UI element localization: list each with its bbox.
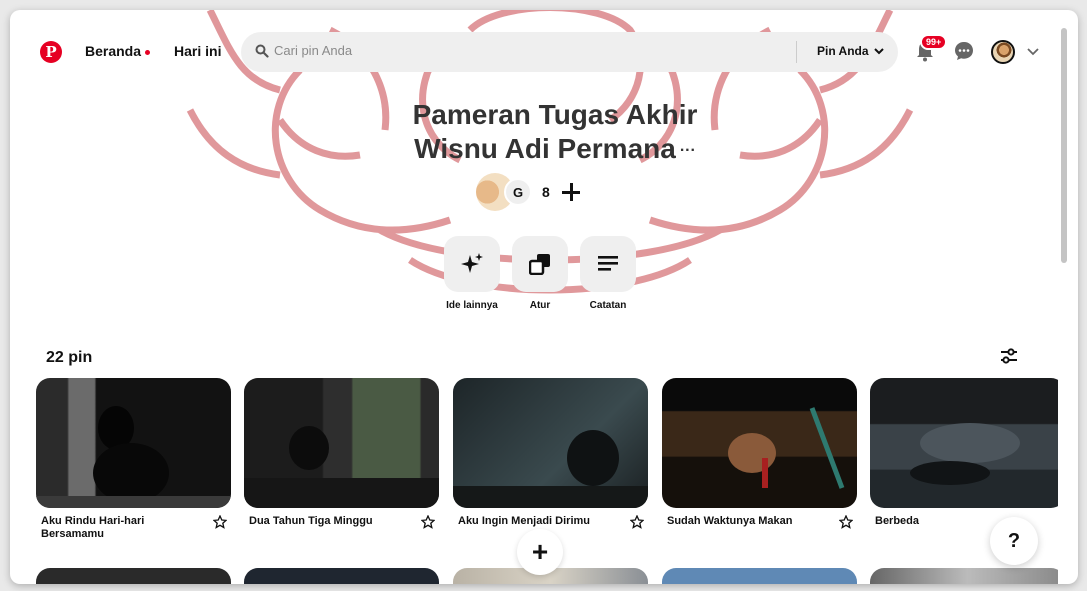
pin-card[interactable]: Aku Rindu Hari-hari Bersamamu xyxy=(36,378,231,541)
pin-title[interactable]: Sudah Waktunya Makan xyxy=(667,515,822,528)
action-organize-label: Atur xyxy=(529,300,551,311)
action-notes-label: Catatan xyxy=(589,300,627,311)
pin-image-next[interactable] xyxy=(244,568,439,584)
pin-photo xyxy=(910,423,1020,485)
star-icon[interactable] xyxy=(839,515,853,529)
app-window: P Beranda Hari ini Pin Anda 99+ xyxy=(10,10,1078,584)
search-divider xyxy=(796,41,797,63)
organize-icon xyxy=(529,254,550,275)
pin-title[interactable]: Dua Tahun Tiga Minggu xyxy=(249,515,404,528)
scrollbar-thumb[interactable] xyxy=(1061,28,1067,263)
pin-photo xyxy=(453,430,648,508)
pin-image[interactable] xyxy=(870,378,1058,508)
action-more-ideas-label: Ide lainnya xyxy=(446,300,498,311)
star-icon[interactable] xyxy=(421,515,435,529)
pin-image[interactable] xyxy=(662,378,857,508)
nav-home-label: Beranda xyxy=(85,43,142,59)
account-chevron-icon[interactable] xyxy=(1027,46,1039,56)
pin-card[interactable]: Aku Ingin Menjadi Dirimu xyxy=(453,378,648,529)
nav-today[interactable]: Hari ini xyxy=(174,43,221,59)
pin-image-next[interactable] xyxy=(662,568,857,584)
board-title-line1: Pameran Tugas Akhir xyxy=(412,99,698,130)
nav-home[interactable]: Beranda xyxy=(85,43,151,59)
pin-card[interactable]: Sudah Waktunya Makan xyxy=(662,378,857,529)
action-more-ideas[interactable]: Ide lainnya xyxy=(442,236,502,311)
notes-icon xyxy=(598,256,618,271)
pinterest-logo[interactable]: P xyxy=(40,41,62,63)
pin-filter-label: Pin Anda xyxy=(817,44,869,58)
search-icon xyxy=(255,44,269,58)
notification-badge: 99+ xyxy=(920,34,948,50)
pin-image-next[interactable] xyxy=(870,568,1058,584)
action-notes-button[interactable] xyxy=(580,236,636,292)
pin-photo xyxy=(36,406,231,508)
top-bar: P Beranda Hari ini Pin Anda 99+ xyxy=(10,10,1058,88)
board-title: Pameran Tugas Akhir Wisnu Adi Permana ··· xyxy=(390,98,720,168)
pin-card[interactable]: Dua Tahun Tiga Minggu xyxy=(244,378,439,529)
search-bar[interactable]: Pin Anda xyxy=(241,32,898,72)
scrollbar[interactable] xyxy=(1060,28,1068,584)
board-title-line2: Wisnu Adi Permana xyxy=(414,133,676,164)
star-icon[interactable] xyxy=(213,515,227,529)
pin-title[interactable]: Aku Ingin Menjadi Dirimu xyxy=(458,515,613,528)
chevron-down-icon xyxy=(873,48,884,55)
action-more-ideas-button[interactable] xyxy=(444,236,500,292)
more-options-button[interactable]: ··· xyxy=(680,142,696,159)
collaborator-count: 8 xyxy=(542,184,550,200)
filter-icon[interactable] xyxy=(1000,347,1018,365)
pin-photo xyxy=(244,426,439,508)
search-input[interactable] xyxy=(274,43,794,58)
help-button[interactable]: ? xyxy=(990,517,1038,565)
pin-image[interactable] xyxy=(453,378,648,508)
unread-dot xyxy=(145,49,151,55)
pin-image[interactable] xyxy=(36,378,231,508)
pin-count: 22 pin xyxy=(46,349,93,366)
pin-photo xyxy=(728,407,845,489)
pin-card[interactable]: Berbeda xyxy=(870,378,1058,528)
collaborator-initial[interactable]: G xyxy=(504,178,532,206)
pin-image[interactable] xyxy=(244,378,439,508)
user-avatar[interactable] xyxy=(991,40,1015,64)
pin-filter-dropdown[interactable]: Pin Anda xyxy=(817,44,884,58)
chat-icon[interactable] xyxy=(954,41,974,61)
add-collaborator-icon[interactable] xyxy=(560,181,582,203)
collaborators[interactable]: G 8 xyxy=(476,173,582,211)
sparkle-icon xyxy=(461,253,483,273)
star-icon[interactable] xyxy=(630,515,644,529)
pin-image-next[interactable] xyxy=(36,568,231,584)
board-actions: Ide lainnya Atur Catatan xyxy=(442,236,638,311)
action-organize[interactable]: Atur xyxy=(510,236,570,311)
pin-title[interactable]: Aku Rindu Hari-hari Bersamamu xyxy=(41,515,196,541)
action-organize-button[interactable] xyxy=(512,236,568,292)
add-pin-button[interactable]: + xyxy=(517,529,563,575)
action-notes[interactable]: Catatan xyxy=(578,236,638,311)
